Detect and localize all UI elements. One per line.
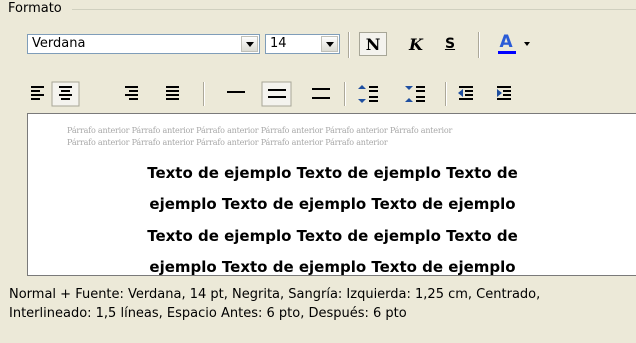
space-before-icon[interactable] xyxy=(358,85,378,103)
format-description-line: Interlineado: 1,5 líneas, Espacio Antes:… xyxy=(9,306,407,321)
line-spacing-1-5-button[interactable] xyxy=(261,81,292,107)
space-after-icon[interactable] xyxy=(405,86,425,102)
format-description-line: Normal + Fuente: Verdana, 14 pt, Negrita… xyxy=(9,287,541,302)
align-left-icon[interactable] xyxy=(31,86,44,100)
previous-paragraph-line: Párrafo anterior Párrafo anterior Párraf… xyxy=(67,138,388,147)
sample-text-line: ejemplo Texto de ejemplo Texto de ejempl… xyxy=(149,258,516,276)
increase-indent-icon[interactable] xyxy=(497,86,511,100)
line-spacing-single-icon[interactable] xyxy=(227,91,245,93)
align-right-icon[interactable] xyxy=(125,86,138,100)
paragraph-preview: Párrafo anterior Párrafo anterior Párraf… xyxy=(27,113,636,276)
align-justify-icon[interactable] xyxy=(166,86,179,100)
line-spacing-double-icon[interactable] xyxy=(312,88,330,99)
sample-text-line: Texto de ejemplo Texto de ejemplo Texto … xyxy=(147,227,518,245)
sample-text-line: ejemplo Texto de ejemplo Texto de ejempl… xyxy=(149,195,516,213)
previous-paragraph-line: Párrafo anterior Párrafo anterior Párraf… xyxy=(67,126,453,135)
sample-text-line: Texto de ejemplo Texto de ejemplo Texto … xyxy=(147,164,518,182)
decrease-indent-icon[interactable] xyxy=(458,86,473,100)
paragraph-toolbar xyxy=(31,81,511,107)
